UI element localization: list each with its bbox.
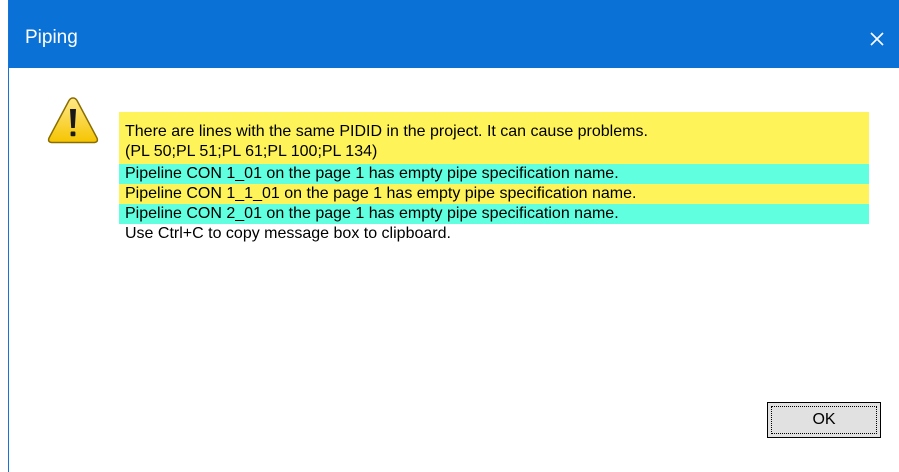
message-box-window: Piping There are lines with the same PID…	[8, 0, 899, 472]
title-bar[interactable]: Piping	[9, 0, 899, 68]
warning-icon	[47, 97, 99, 144]
message-duplicate-pidid: There are lines with the same PIDID in t…	[119, 112, 869, 164]
message-con-2-01: Pipeline CON 2_01 on the page 1 has empt…	[119, 204, 869, 224]
message-line: There are lines with the same PIDID in t…	[125, 123, 648, 140]
close-icon	[870, 32, 884, 46]
ok-button-label: OK	[812, 411, 836, 428]
message-con-1-01: Pipeline CON 1_01 on the page 1 has empt…	[119, 164, 869, 184]
close-button[interactable]	[854, 16, 899, 62]
dialog-content: There are lines with the same PIDID in t…	[9, 68, 899, 472]
message-copy-hint: Use Ctrl+C to copy message box to clipbo…	[125, 225, 451, 242]
message-list: There are lines with the same PIDID in t…	[119, 112, 869, 244]
ok-button[interactable]: OK	[767, 402, 881, 438]
message-con-1-1-01: Pipeline CON 1_1_01 on the page 1 has em…	[119, 184, 869, 204]
window-title: Piping	[25, 27, 78, 48]
message-line: (PL 50;PL 51;PL 61;PL 100;PL 134)	[125, 143, 378, 160]
